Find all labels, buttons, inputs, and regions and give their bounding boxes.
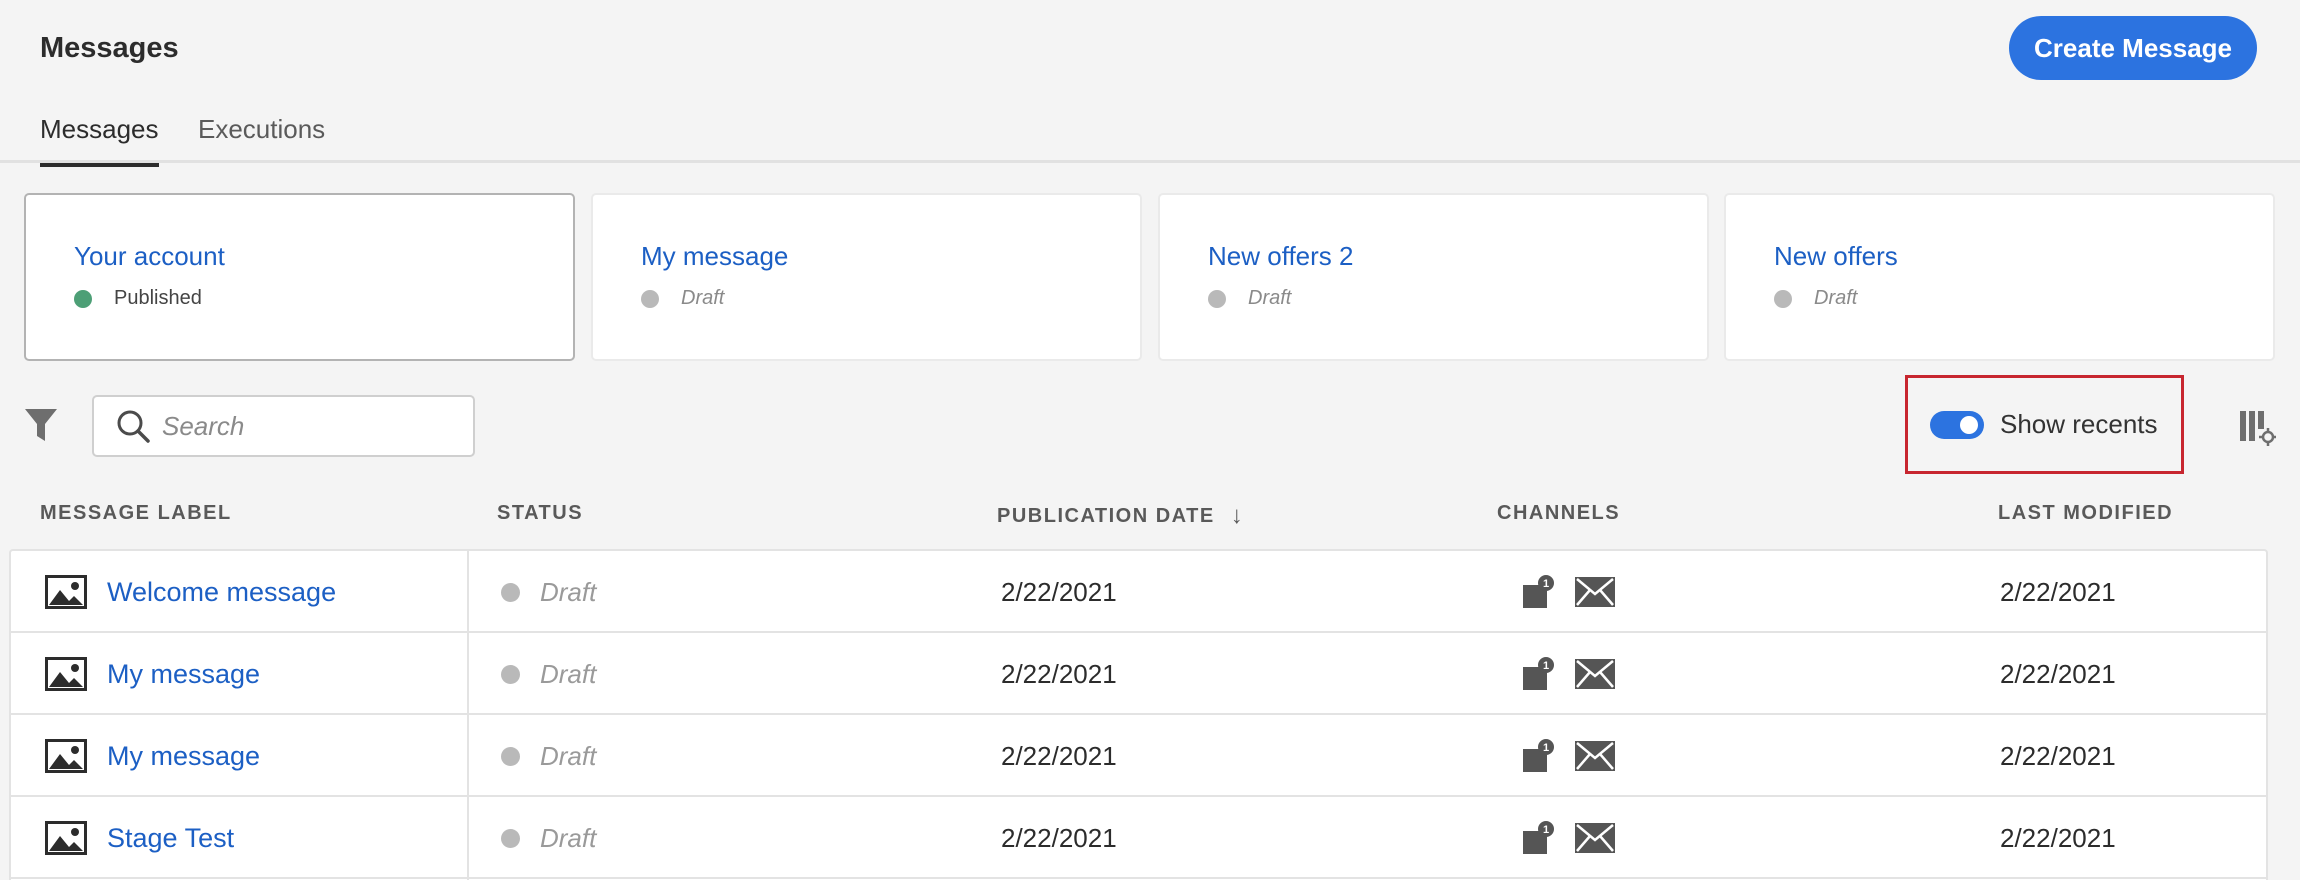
push-badge-count: 1 bbox=[1543, 824, 1549, 836]
recent-card[interactable]: My message Draft bbox=[591, 193, 1142, 361]
tab-bar: Messages Executions bbox=[0, 100, 2300, 167]
recent-card[interactable]: Your account Published bbox=[24, 193, 575, 361]
status-cell: Draft bbox=[501, 633, 596, 715]
status-cell: Draft bbox=[501, 551, 596, 633]
create-message-button[interactable]: Create Message bbox=[2009, 16, 2257, 80]
image-thumbnail-icon bbox=[45, 739, 87, 773]
message-link[interactable]: My message bbox=[107, 659, 260, 690]
recent-card[interactable]: New offers Draft bbox=[1724, 193, 2275, 361]
tab-messages[interactable]: Messages bbox=[40, 114, 159, 167]
card-status-label: Published bbox=[114, 287, 202, 309]
status-dot-icon bbox=[641, 289, 659, 308]
show-recents-toggle[interactable] bbox=[1930, 410, 1984, 439]
show-recents-label: Show recents bbox=[2000, 409, 2158, 439]
column-header-channels[interactable]: CHANNELS bbox=[1497, 502, 1620, 525]
publication-date-cell: 2/22/2021 bbox=[1001, 822, 1117, 853]
push-badge-count: 1 bbox=[1543, 578, 1549, 590]
column-header-message-label[interactable]: MESSAGE LABEL bbox=[40, 502, 232, 525]
message-label-cell: My message bbox=[45, 715, 260, 797]
card-title[interactable]: My message bbox=[641, 241, 788, 272]
channels-cell: 1 bbox=[1521, 633, 1615, 715]
card-status-label: Draft bbox=[1248, 287, 1292, 309]
search-icon bbox=[117, 410, 150, 443]
sort-arrow-icon: ↓ bbox=[1230, 502, 1245, 529]
status-cell: Draft bbox=[501, 797, 596, 879]
column-header-status[interactable]: STATUS bbox=[497, 502, 583, 525]
message-link[interactable]: Welcome message bbox=[107, 577, 336, 608]
publication-date-cell: 2/22/2021 bbox=[1001, 658, 1117, 689]
card-title[interactable]: New offers bbox=[1774, 241, 1898, 272]
push-badge-count: 1 bbox=[1543, 742, 1549, 754]
card-status: Draft bbox=[1774, 287, 1857, 310]
card-status-label: Draft bbox=[681, 287, 725, 309]
table-row[interactable]: Stage Test Draft 2/22/2021 1 2/22/2021 bbox=[11, 797, 2266, 879]
recent-card[interactable]: New offers 2 Draft bbox=[1158, 193, 1709, 361]
email-icon bbox=[1575, 577, 1615, 607]
status-label: Draft bbox=[540, 576, 597, 607]
column-settings-icon[interactable] bbox=[2238, 408, 2276, 446]
message-link[interactable]: My message bbox=[107, 741, 260, 772]
card-title[interactable]: Your account bbox=[74, 241, 225, 272]
page-title: Messages bbox=[40, 32, 179, 64]
last-modified-cell: 2/22/2021 bbox=[2000, 822, 2116, 853]
status-label: Draft bbox=[540, 740, 597, 771]
channels-cell: 1 bbox=[1521, 551, 1615, 633]
last-modified-cell: 2/22/2021 bbox=[2000, 740, 2116, 771]
table-row[interactable]: Welcome message Draft 2/22/2021 1 2/22/2… bbox=[11, 551, 2266, 633]
status-dot-icon bbox=[1774, 289, 1792, 308]
push-notification-icon: 1 bbox=[1523, 821, 1554, 854]
search-input[interactable] bbox=[162, 410, 452, 442]
filter-icon[interactable] bbox=[24, 407, 58, 443]
image-thumbnail-icon bbox=[45, 575, 87, 609]
column-header-publication-date[interactable]: PUBLICATION DATE ↓ bbox=[997, 502, 1244, 530]
status-label: Draft bbox=[540, 658, 597, 689]
card-status-label: Draft bbox=[1814, 287, 1858, 309]
card-status: Draft bbox=[641, 287, 724, 310]
image-thumbnail-icon bbox=[45, 657, 87, 691]
channels-cell: 1 bbox=[1521, 797, 1615, 879]
publication-date-cell: 2/22/2021 bbox=[1001, 740, 1117, 771]
push-notification-icon: 1 bbox=[1523, 739, 1554, 772]
message-label-cell: Welcome message bbox=[45, 551, 336, 633]
status-dot-icon bbox=[501, 828, 520, 848]
search-field[interactable] bbox=[92, 395, 475, 457]
status-cell: Draft bbox=[501, 715, 596, 797]
tab-executions[interactable]: Executions bbox=[198, 114, 325, 163]
email-icon bbox=[1575, 659, 1615, 689]
status-dot-icon bbox=[501, 664, 520, 684]
status-dot-icon bbox=[501, 582, 520, 602]
column-header-label: PUBLICATION DATE bbox=[997, 504, 1215, 527]
email-icon bbox=[1575, 741, 1615, 771]
last-modified-cell: 2/22/2021 bbox=[2000, 576, 2116, 607]
image-thumbnail-icon bbox=[45, 821, 87, 855]
table-row[interactable]: My message Draft 2/22/2021 1 2/22/2021 bbox=[11, 633, 2266, 715]
last-modified-cell: 2/22/2021 bbox=[2000, 658, 2116, 689]
status-dot-icon bbox=[74, 289, 92, 308]
status-dot-icon bbox=[501, 746, 520, 766]
message-label-cell: Stage Test bbox=[45, 797, 234, 879]
messages-table: Welcome message Draft 2/22/2021 1 2/22/2… bbox=[9, 549, 2268, 880]
show-recents-control: Show recents bbox=[1905, 375, 2184, 474]
status-dot-icon bbox=[1208, 289, 1226, 308]
email-icon bbox=[1575, 823, 1615, 853]
recent-messages-cards: Your account Published My message Draft … bbox=[24, 193, 2275, 361]
push-badge-count: 1 bbox=[1543, 660, 1549, 672]
card-title[interactable]: New offers 2 bbox=[1208, 241, 1353, 272]
column-header-last-modified[interactable]: LAST MODIFIED bbox=[1998, 502, 2173, 525]
publication-date-cell: 2/22/2021 bbox=[1001, 576, 1117, 607]
message-link[interactable]: Stage Test bbox=[107, 823, 234, 854]
push-notification-icon: 1 bbox=[1523, 575, 1554, 608]
card-status: Draft bbox=[1208, 287, 1291, 310]
channels-cell: 1 bbox=[1521, 715, 1615, 797]
push-notification-icon: 1 bbox=[1523, 657, 1554, 690]
table-row[interactable]: My message Draft 2/22/2021 1 2/22/2021 bbox=[11, 715, 2266, 797]
status-label: Draft bbox=[540, 822, 597, 853]
card-status: Published bbox=[74, 287, 202, 310]
message-label-cell: My message bbox=[45, 633, 260, 715]
